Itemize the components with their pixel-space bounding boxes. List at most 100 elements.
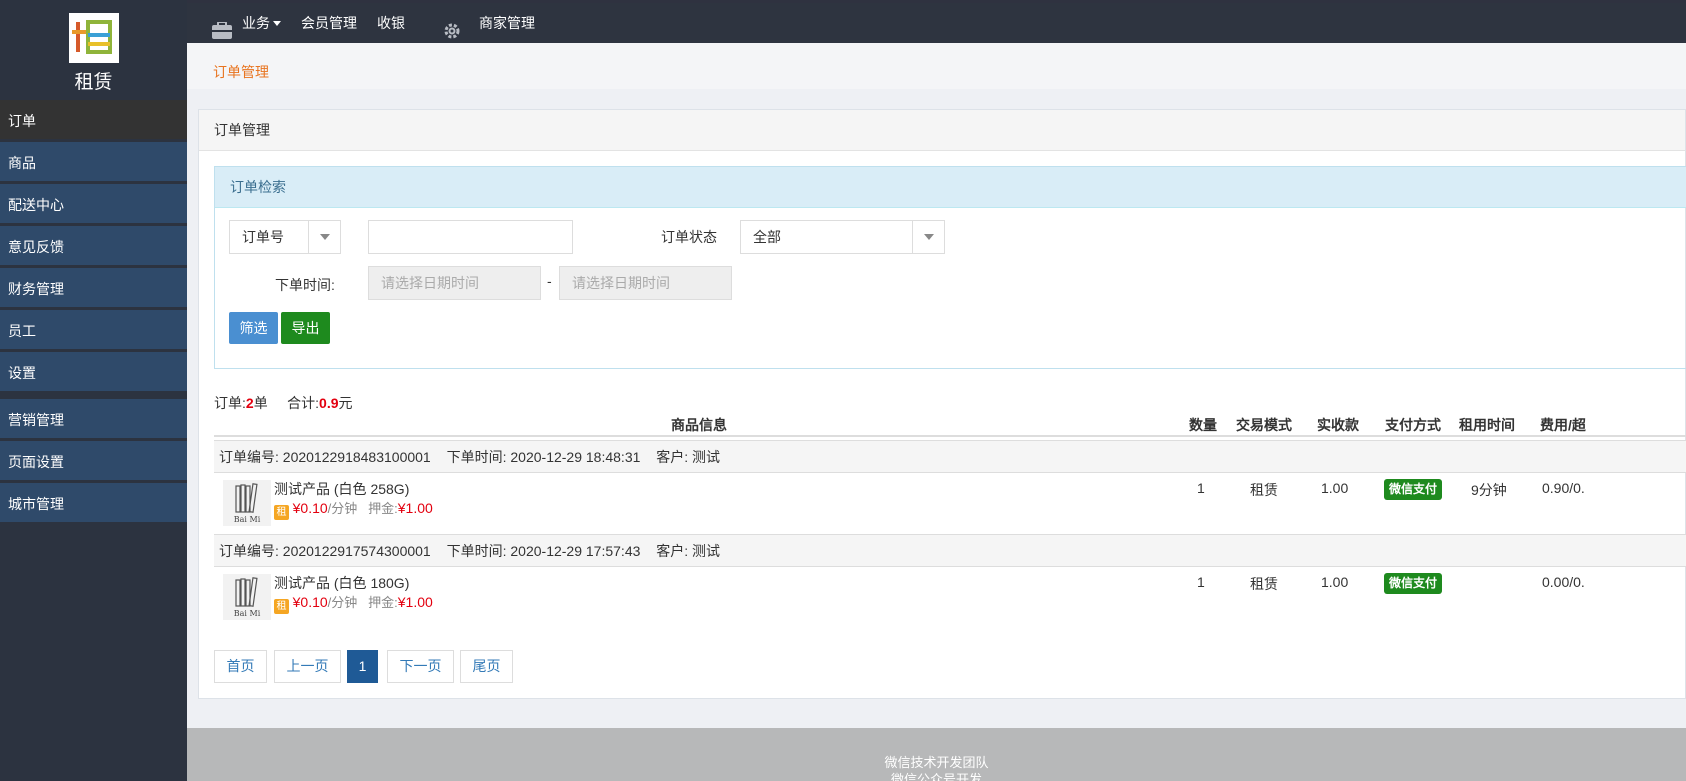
caret-down-icon	[273, 21, 281, 26]
svg-text:Bai Mi: Bai Mi	[234, 515, 261, 524]
top-nav: 业务 会员管理 收银 商家管理	[187, 3, 1686, 43]
total-label: 合计:	[287, 395, 320, 411]
sidebar-item-orders[interactable]: 订单	[0, 100, 187, 142]
rent-tag: 租	[274, 599, 289, 614]
table-row: Bai Mi 测试产品 (白色 180G) 租 ¥0.10/分钟 押金:¥1.0…	[214, 567, 1686, 627]
product-thumbnail: Bai Mi	[223, 480, 271, 526]
page-prev-button[interactable]: 上一页	[274, 650, 341, 683]
export-button[interactable]: 导出	[281, 312, 330, 344]
order-number: 订单编号: 2020122918483100001	[219, 449, 431, 465]
sidebar: 租赁 订单 商品 配送中心 意见反馈 财务管理 员工 设置 营销管理 页面设置 …	[0, 0, 187, 781]
order-customer: 客户: 测试	[656, 543, 721, 559]
orders-count: 2	[245, 395, 254, 411]
product-thumbnail: Bai Mi	[223, 574, 271, 620]
order-paid: 1.00	[1321, 480, 1349, 496]
filter-button[interactable]: 筛选	[229, 312, 278, 344]
sidebar-item-products[interactable]: 商品	[0, 142, 187, 184]
sidebar-item-page-settings[interactable]: 页面设置	[0, 441, 187, 483]
chevron-down-icon	[308, 221, 340, 253]
date-end-input[interactable]: 请选择日期时间	[559, 266, 732, 300]
sidebar-item-delivery[interactable]: 配送中心	[0, 184, 187, 226]
orders-unit: 单	[253, 395, 268, 411]
logo: 租赁	[0, 0, 187, 100]
product-price: 租 ¥0.10/分钟 押金:¥1.00	[274, 592, 433, 614]
table-row: Bai Mi 测试产品 (白色 258G) 租 ¥0.10/分钟 押金:¥1.0…	[214, 473, 1686, 533]
order-fee: 0.90/0.	[1542, 480, 1585, 496]
price-unit: /分钟	[327, 501, 358, 516]
order-header-row: 订单编号: 2020122917574300001 下单时间: 2020-12-…	[214, 534, 1686, 567]
order-fee: 0.00/0.	[1542, 574, 1585, 590]
sidebar-item-marketing[interactable]: 营销管理	[0, 399, 187, 441]
product-price: 租 ¥0.10/分钟 押金:¥1.00	[274, 498, 433, 520]
rent-duration: 9分钟	[1471, 482, 1507, 498]
total-unit: 元	[338, 395, 353, 411]
logo-text: 租赁	[74, 72, 113, 93]
pay-method-badge: 微信支付	[1384, 479, 1442, 500]
order-time-label: 下单时间:	[275, 277, 335, 293]
nav-cashier[interactable]: 收银	[377, 3, 405, 43]
gear-icon	[443, 15, 461, 39]
date-separator: -	[547, 273, 552, 289]
date-start-input[interactable]: 请选择日期时间	[368, 266, 541, 300]
deposit-value: ¥1.00	[397, 500, 433, 516]
order-number: 订单编号: 2020122917574300001	[219, 543, 431, 559]
status-select[interactable]: 全部	[740, 220, 945, 254]
unit-price: ¥0.10	[292, 500, 328, 516]
col-fee: 费用/超	[1540, 417, 1586, 433]
page-current-button[interactable]: 1	[347, 650, 378, 683]
orders-label: 订单:	[214, 395, 246, 411]
order-time: 下单时间: 2020-12-29 17:57:43	[446, 543, 641, 559]
col-pay-method: 支付方式	[1385, 417, 1441, 433]
rent-tag: 租	[274, 505, 289, 520]
order-paid: 1.00	[1321, 574, 1349, 590]
search-field-value: 订单号	[242, 229, 284, 245]
order-customer: 客户: 测试	[656, 449, 721, 465]
sidebar-item-settings[interactable]: 设置	[0, 352, 187, 394]
order-time: 下单时间: 2020-12-29 18:48:31	[446, 449, 641, 465]
status-label: 订单状态	[661, 229, 717, 245]
col-product-info: 商品信息	[671, 417, 727, 433]
unit-price: ¥0.10	[292, 594, 328, 610]
page-last-button[interactable]: 尾页	[460, 650, 513, 683]
sidebar-item-feedback[interactable]: 意见反馈	[0, 226, 187, 268]
order-mode: 租赁	[1250, 482, 1278, 498]
book-thumbnail-icon: Bai Mi	[234, 483, 261, 524]
sidebar-item-finance[interactable]: 财务管理	[0, 268, 187, 310]
order-quantity: 1	[1197, 574, 1205, 590]
col-trade-mode: 交易模式	[1236, 417, 1292, 433]
sidebar-item-city[interactable]: 城市管理	[0, 483, 187, 525]
footer: 微信技术开发团队 微信公众号开发	[187, 728, 1686, 781]
logo-image	[68, 13, 119, 63]
page-first-button[interactable]: 首页	[214, 650, 267, 683]
order-header-row: 订单编号: 2020122918483100001 下单时间: 2020-12-…	[214, 440, 1686, 473]
status-select-value: 全部	[753, 229, 781, 245]
nav-merchant[interactable]: 商家管理	[479, 3, 535, 43]
breadcrumb-current[interactable]: 订单管理	[213, 62, 269, 82]
panel-title: 订单管理	[199, 110, 1685, 151]
table-header: 商品信息 数量 交易模式 实收款 支付方式 租用时间 费用/超	[214, 410, 1686, 437]
product-name[interactable]: 测试产品 (白色 258G)	[274, 479, 409, 499]
order-quantity: 1	[1197, 480, 1205, 496]
col-paid: 实收款	[1317, 417, 1359, 433]
price-unit: /分钟	[327, 595, 358, 610]
product-name[interactable]: 测试产品 (白色 180G)	[274, 573, 409, 593]
briefcase-icon	[212, 14, 232, 39]
footer-line-1: 微信技术开发团队	[884, 755, 989, 770]
breadcrumb: 订单管理	[187, 43, 1686, 89]
page-next-button[interactable]: 下一页	[387, 650, 454, 683]
deposit-label: 押金:	[368, 501, 398, 516]
order-number-input[interactable]	[368, 220, 573, 254]
col-rent-time: 租用时间	[1459, 417, 1515, 433]
sidebar-item-staff[interactable]: 员工	[0, 310, 187, 352]
deposit-label: 押金:	[368, 595, 398, 610]
nav-business-label: 业务	[242, 15, 270, 31]
nav-business[interactable]: 业务	[242, 3, 281, 43]
nav-members[interactable]: 会员管理	[301, 3, 357, 43]
col-quantity: 数量	[1189, 417, 1217, 433]
order-panel: 订单管理 订单检索 订单号 订单状态 全部 下单时间: 请选择日期时间 - 请选…	[198, 109, 1686, 699]
pay-method-badge: 微信支付	[1384, 573, 1442, 594]
order-mode: 租赁	[1250, 576, 1278, 592]
footer-line-2: 微信公众号开发	[890, 772, 982, 781]
search-field-select[interactable]: 订单号	[229, 220, 341, 254]
main-content: 订单管理 订单管理 订单检索 订单号 订单状态 全部 下单时间: 请选择日期时间…	[187, 43, 1686, 781]
